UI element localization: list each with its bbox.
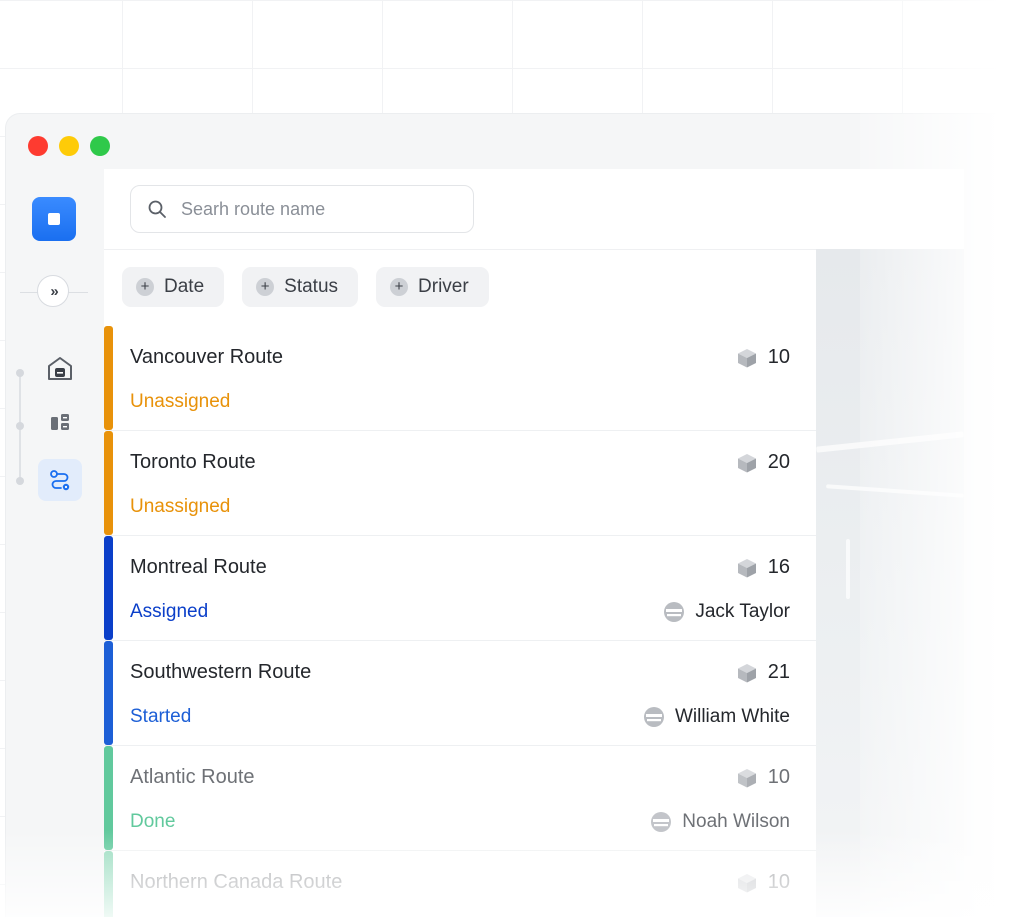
edge-fade	[860, 0, 1024, 917]
search-icon	[148, 200, 166, 218]
route-item[interactable]: Southwestern Route Started 21 William Wh…	[104, 641, 816, 746]
route-package-count: 16	[736, 556, 790, 579]
plus-icon: +	[136, 278, 154, 296]
warehouse-icon	[48, 357, 72, 380]
route-driver: Noah Wilson	[650, 811, 790, 833]
package-count: 10	[767, 766, 790, 788]
route-driver: Jack Taylor	[663, 601, 790, 623]
filter-label: Status	[284, 276, 339, 297]
route-item[interactable]: Northern Canada Route 10	[104, 851, 816, 917]
filter-label: Date	[164, 276, 205, 297]
sidebar: »	[6, 169, 104, 917]
app-logo-icon[interactable]	[32, 197, 76, 241]
sidebar-item-inventory[interactable]	[38, 401, 82, 443]
route-item[interactable]: Vancouver Route Unassigned 10	[104, 326, 816, 431]
expand-sidebar-button[interactable]: »	[37, 275, 69, 307]
driver-avatar-icon	[651, 812, 672, 832]
route-icon	[50, 470, 70, 491]
map-road	[846, 539, 850, 599]
package-count: 10	[767, 871, 790, 893]
package-icon	[737, 768, 756, 787]
rail-dot	[16, 369, 24, 377]
inventory-icon	[51, 414, 69, 430]
package-count: 16	[767, 556, 790, 578]
status-color-bar	[104, 536, 113, 640]
route-item[interactable]: Montreal Route Assigned 16 Jack Taylor	[104, 536, 816, 641]
package-count: 10	[767, 346, 790, 368]
search-input[interactable]	[179, 197, 453, 221]
filter-date-button[interactable]: + Date	[122, 267, 225, 307]
route-status: Started	[130, 706, 192, 727]
route-package-count: 10	[736, 766, 790, 789]
status-color-bar	[104, 746, 113, 850]
route-package-count: 20	[736, 451, 790, 474]
route-name: Montreal Route	[130, 556, 267, 578]
route-status: Done	[130, 811, 176, 832]
search-box[interactable]	[130, 185, 474, 233]
double-chevron-right-icon: »	[50, 282, 59, 300]
search-bar-row	[104, 169, 964, 250]
filter-driver-button[interactable]: + Driver	[376, 267, 489, 307]
route-status: Assigned	[130, 601, 209, 622]
package-count: 21	[767, 661, 790, 683]
package-icon	[737, 348, 756, 367]
sidebar-item-routes[interactable]	[38, 459, 82, 501]
filter-status-button[interactable]: + Status	[242, 267, 359, 307]
package-icon	[737, 453, 756, 472]
window-controls	[28, 136, 110, 156]
driver-name: William White	[674, 706, 790, 727]
route-name: Northern Canada Route	[130, 871, 343, 893]
route-name: Vancouver Route	[130, 346, 284, 368]
page: » Searh route name + Date + Status + Dri…	[0, 0, 1024, 917]
main-panel: + Date + Status + Driver Vancouver Route	[104, 169, 964, 917]
route-package-count: 10	[736, 871, 790, 894]
filter-chips: + Date + Status + Driver	[122, 267, 489, 307]
maximize-window-button[interactable]	[90, 136, 110, 156]
status-color-bar	[104, 851, 113, 917]
sidebar-item-warehouse[interactable]	[38, 347, 82, 389]
plus-icon: +	[390, 278, 409, 296]
driver-avatar-icon	[664, 602, 685, 622]
package-count: 20	[767, 451, 790, 473]
route-item[interactable]: Toronto Route Unassigned 20	[104, 431, 816, 536]
status-color-bar	[104, 326, 113, 430]
route-name: Atlantic Route	[130, 766, 255, 788]
route-list: Vancouver Route Unassigned 10 Toronto Ro…	[104, 326, 816, 917]
rail-dot	[16, 477, 24, 485]
package-icon	[737, 558, 756, 577]
route-status: Unassigned	[130, 391, 231, 412]
status-color-bar	[104, 641, 113, 745]
driver-name: Noah Wilson	[682, 811, 790, 832]
package-icon	[737, 873, 756, 892]
route-package-count: 21	[736, 661, 790, 684]
close-window-button[interactable]	[28, 136, 48, 156]
status-color-bar	[104, 431, 113, 535]
minimize-window-button[interactable]	[59, 136, 79, 156]
route-package-count: 10	[736, 346, 790, 369]
route-name: Toronto Route	[130, 451, 256, 473]
driver-avatar-icon	[643, 707, 664, 727]
route-driver: William White	[643, 706, 790, 728]
route-status: Unassigned	[130, 496, 231, 517]
rail-dot	[16, 422, 24, 430]
driver-name: Jack Taylor	[695, 601, 790, 622]
plus-icon: +	[256, 278, 275, 296]
route-item[interactable]: Atlantic Route Done 10 Noah Wilson	[104, 746, 816, 851]
filter-label: Driver	[418, 276, 469, 297]
route-name: Southwestern Route	[130, 661, 312, 683]
package-icon	[737, 663, 756, 682]
